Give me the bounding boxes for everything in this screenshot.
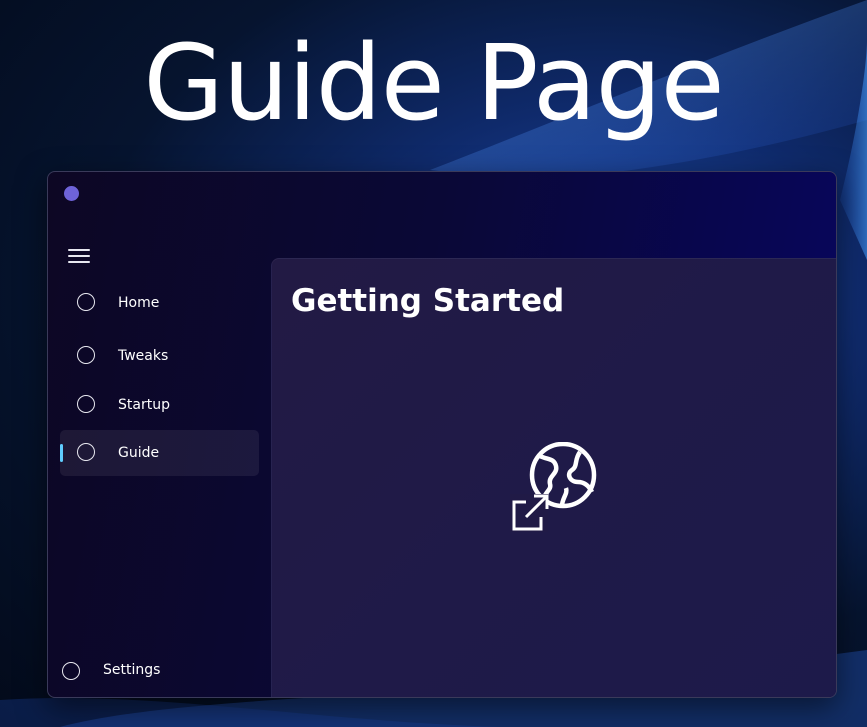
circle-icon xyxy=(77,346,95,364)
sidebar-item-label: Settings xyxy=(103,662,161,678)
globe-external-link-icon[interactable] xyxy=(510,442,600,532)
app-window: Home Tweaks Startup Guide Settings Getti… xyxy=(47,171,837,698)
selection-indicator xyxy=(60,444,63,462)
circle-icon xyxy=(62,662,80,680)
sidebar-item-guide[interactable]: Guide xyxy=(60,430,259,476)
hero-title: Guide Page xyxy=(143,22,724,144)
circle-icon xyxy=(77,395,95,413)
sidebar-item-label: Guide xyxy=(118,445,160,461)
sidebar-item-label: Startup xyxy=(118,397,170,413)
sidebar-item-label: Home xyxy=(118,295,160,311)
content-panel: Getting Started xyxy=(271,258,836,697)
sidebar-item-tweaks[interactable]: Tweaks xyxy=(60,333,259,379)
sidebar-item-label: Tweaks xyxy=(118,348,169,364)
sidebar-item-home[interactable]: Home xyxy=(60,280,259,326)
app-dot-icon xyxy=(64,186,79,201)
sidebar-item-startup[interactable]: Startup xyxy=(60,382,259,428)
hamburger-menu-icon[interactable] xyxy=(68,248,90,264)
circle-icon xyxy=(77,443,95,461)
page-title: Getting Started xyxy=(291,283,565,319)
circle-icon xyxy=(77,293,95,311)
sidebar-item-settings[interactable]: Settings xyxy=(52,649,252,693)
